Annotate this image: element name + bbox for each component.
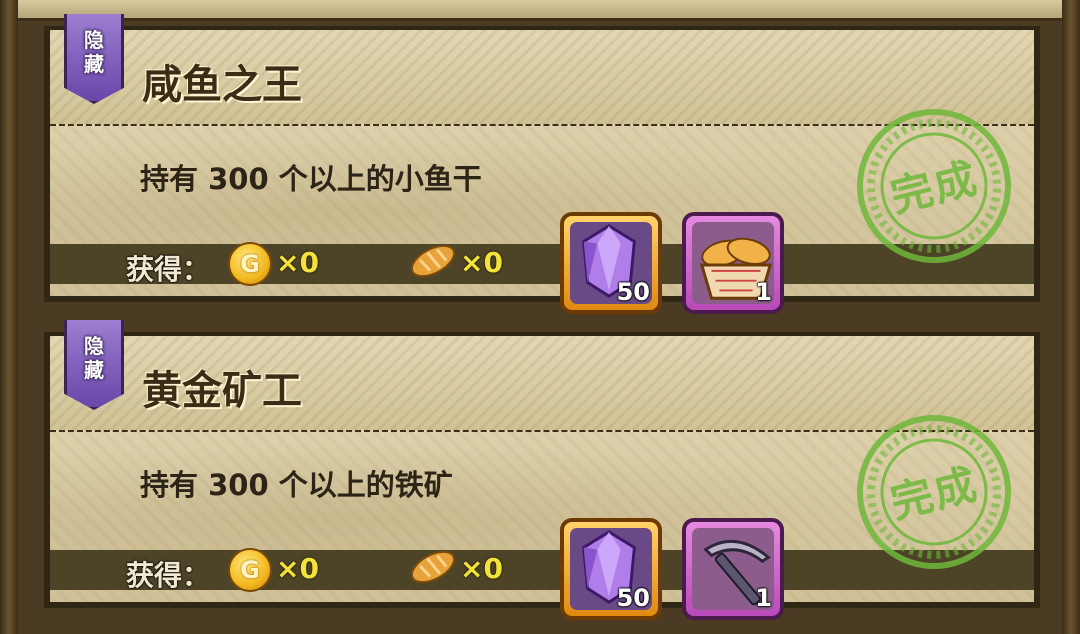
item-quantity: 50: [616, 278, 650, 306]
coin-symbol: G: [240, 556, 260, 584]
mission-body: 持有 300 个以上的铁矿 获得： G ×0 ×0 50 1 完成: [50, 415, 1034, 620]
mission-body: 持有 300 个以上的小鱼干 获得： G ×0 ×0 50 1 完成: [50, 109, 1034, 314]
mission-title: 黄金矿工: [142, 368, 302, 414]
mission-card[interactable]: 隐 藏 咸鱼之王 持有 300 个以上的小鱼干 获得： G ×0 ×0 50 1…: [44, 14, 1040, 314]
mission-description: 持有 300 个以上的铁矿: [140, 468, 453, 502]
coin-count: ×0: [276, 552, 319, 585]
coin-count: ×0: [276, 246, 319, 279]
bread-icon: [410, 244, 456, 278]
hidden-tag-ribbon: 隐 藏: [64, 320, 124, 410]
reward-label: 获得：: [126, 253, 211, 286]
coin-symbol: G: [240, 250, 260, 278]
mission-description: 持有 300 个以上的小鱼干: [140, 162, 482, 196]
item-quantity: 1: [755, 278, 772, 306]
reward-item-gem[interactable]: 50: [560, 212, 662, 314]
reward-label: 获得：: [126, 559, 211, 592]
hidden-tag-ribbon: 隐 藏: [64, 14, 124, 104]
hidden-tag-char: 隐: [84, 28, 104, 52]
item-quantity: 50: [616, 584, 650, 612]
bread-icon: [410, 550, 456, 584]
gold-coin-icon: G: [228, 242, 272, 286]
mission-card[interactable]: 隐 藏 黄金矿工 持有 300 个以上的铁矿 获得： G ×0 ×0 50 1 …: [44, 320, 1040, 620]
hidden-tag-char: 藏: [84, 358, 104, 382]
mission-title-bar: 隐 藏 黄金矿工: [50, 320, 1034, 433]
frame-left: [0, 0, 18, 634]
reward-item-bread-basket[interactable]: 1: [682, 212, 784, 314]
reward-item-pickaxe[interactable]: 1: [682, 518, 784, 620]
mission-title: 咸鱼之王: [142, 62, 302, 108]
hidden-tag-char: 藏: [84, 52, 104, 76]
bread-count: ×0: [460, 246, 503, 279]
item-quantity: 1: [755, 584, 772, 612]
mission-title-bar: 隐 藏 咸鱼之王: [50, 14, 1034, 127]
previous-card-edge: [18, 0, 1062, 21]
bread-count: ×0: [460, 552, 503, 585]
gold-coin-icon: G: [228, 548, 272, 592]
reward-item-gem[interactable]: 50: [560, 518, 662, 620]
hidden-tag-char: 隐: [84, 334, 104, 358]
frame-right: [1062, 0, 1080, 634]
